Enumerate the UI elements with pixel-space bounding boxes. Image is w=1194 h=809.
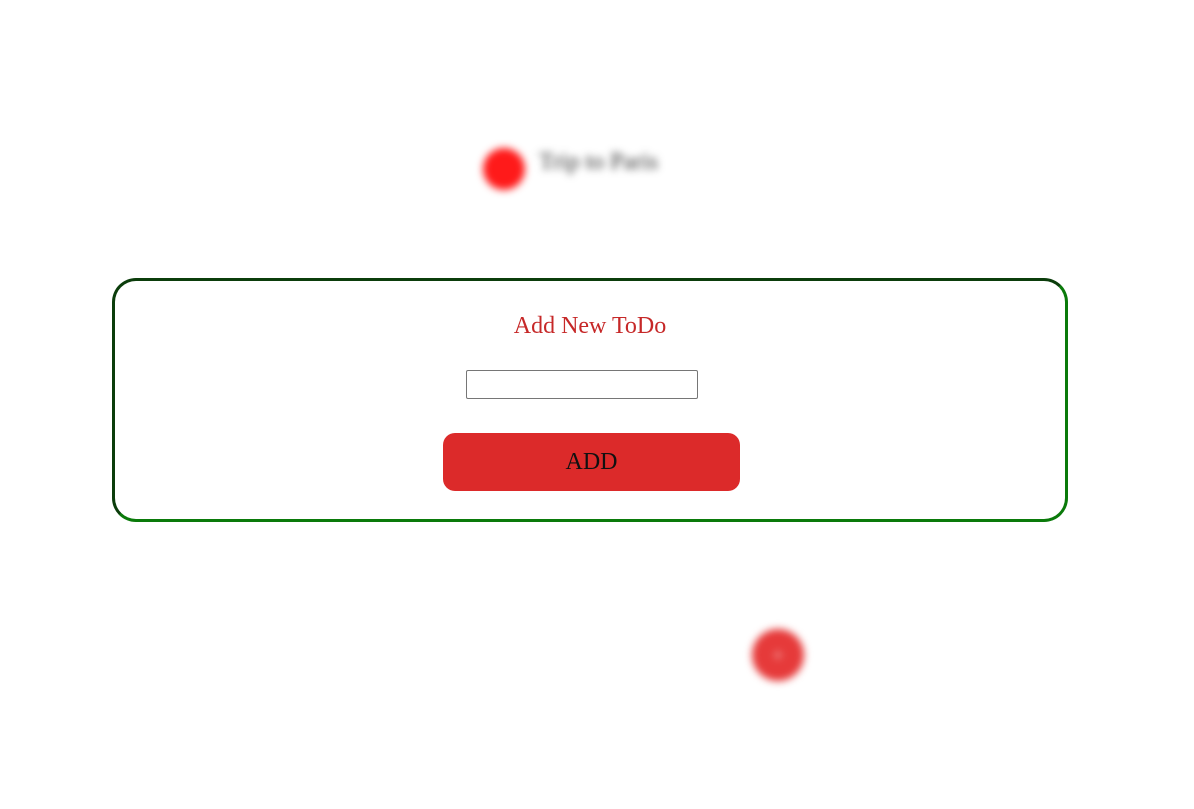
todo-item-label: Trip to Paris [539, 148, 659, 175]
todo-list-item: Trip to Paris [483, 148, 658, 190]
todo-app: Trip to Paris + Add New ToDo ADD [0, 0, 1194, 809]
add-button[interactable]: ADD [443, 433, 740, 491]
add-todo-modal: Add New ToDo ADD [112, 278, 1068, 522]
todo-input[interactable] [466, 370, 698, 399]
todo-status-dot-icon [483, 148, 525, 190]
plus-icon: + [772, 644, 784, 665]
modal-title: Add New ToDo [513, 313, 667, 339]
add-todo-fab-button: + [752, 629, 804, 681]
